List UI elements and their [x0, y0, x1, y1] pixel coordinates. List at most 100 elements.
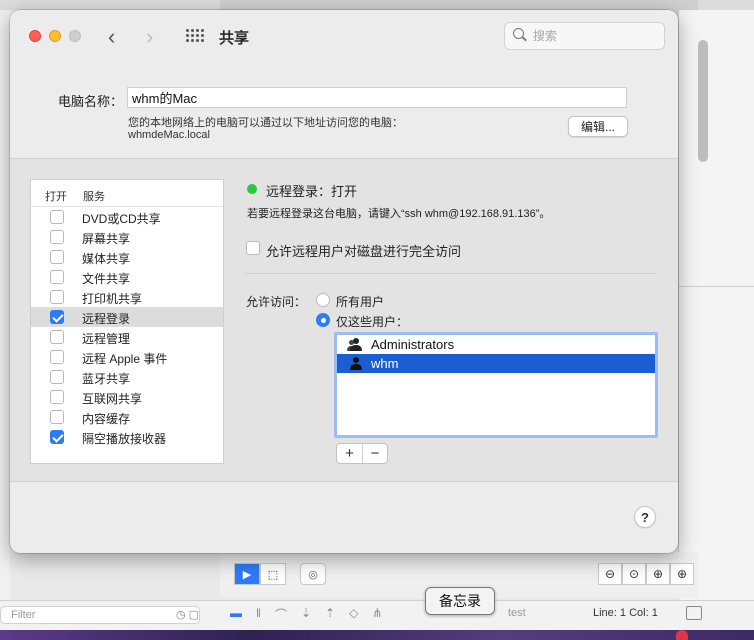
- service-checkbox[interactable]: [50, 370, 64, 384]
- background-zoom-group: ⊖ ⊙ ⊕ ⊕: [598, 563, 694, 585]
- sharing-panel: 打开 服务 DVD或CD共享 屏幕共享 媒体共享 文件共享 打印机共享 远程登录 远程管理远…: [10, 158, 678, 482]
- memory-graph-icon[interactable]: ⋔: [372, 606, 382, 623]
- service-list-header: 打开 服务: [31, 180, 223, 207]
- step-over-icon[interactable]: ⌒: [275, 606, 287, 623]
- zoom-button[interactable]: [69, 30, 81, 42]
- line-col-indicator: Line: 1 Col: 1: [593, 607, 658, 619]
- service-checkbox[interactable]: [50, 210, 64, 224]
- service-row[interactable]: 蓝牙共享: [31, 367, 223, 387]
- radio-only-these-users[interactable]: [316, 313, 330, 327]
- user-icon: [349, 357, 363, 371]
- add-user-button[interactable]: +: [337, 444, 362, 463]
- background-left-sidebar: [0, 10, 10, 610]
- breakpoint-icon[interactable]: ▬: [230, 606, 242, 623]
- filter-input[interactable]: Filter: [0, 606, 200, 624]
- disk-access-checkbox[interactable]: [246, 241, 260, 255]
- forward-chevron-icon[interactable]: ›: [146, 24, 153, 50]
- window-title: 共享: [219, 30, 250, 47]
- titlebar: ‹ › 共享: [10, 10, 678, 62]
- back-chevron-icon[interactable]: ‹: [108, 24, 115, 50]
- service-row[interactable]: 远程管理: [31, 327, 223, 347]
- view-hierarchy-icon[interactable]: ◇: [349, 606, 358, 623]
- radio-only-these-users-label[interactable]: 仅这些用户：: [336, 313, 408, 330]
- service-row[interactable]: DVD或CD共享: [31, 207, 223, 227]
- disk-access-label[interactable]: 允许远程用户对磁盘进行完全访问: [266, 241, 461, 260]
- service-checkbox[interactable]: [50, 430, 64, 444]
- filter-options-icon[interactable]: ◷ ▢: [176, 608, 199, 621]
- login-hint: 若要远程登录这台电脑，请键入“ssh whm@192.168.91.136”。: [247, 208, 551, 220]
- service-label: 文件共享: [82, 272, 131, 286]
- service-checkbox[interactable]: [50, 330, 64, 344]
- search-input[interactable]: [533, 28, 653, 44]
- search-icon: [513, 28, 524, 39]
- allowed-users-list[interactable]: Administrators whm: [334, 332, 658, 438]
- radio-all-users[interactable]: [316, 293, 330, 307]
- dock-tooltip: 备忘录: [425, 587, 495, 615]
- service-checkbox[interactable]: [50, 270, 64, 284]
- dock-strip: [0, 630, 754, 640]
- step-out-icon[interactable]: ⇡: [325, 606, 335, 623]
- allow-access-label: 允许访问：: [246, 295, 307, 309]
- user-row[interactable]: Administrators: [337, 335, 655, 354]
- service-checkbox[interactable]: [50, 230, 64, 244]
- service-row[interactable]: 远程登录: [31, 307, 223, 327]
- play-icon[interactable]: ▶: [234, 563, 260, 585]
- service-label: 远程登录: [82, 312, 131, 326]
- service-label: 远程 Apple 事件: [82, 352, 168, 366]
- service-label: 蓝牙共享: [82, 372, 131, 386]
- user-name: whm: [371, 356, 399, 371]
- service-row[interactable]: 文件共享: [31, 267, 223, 287]
- zoom-plus-icon[interactable]: ⊕: [670, 563, 694, 585]
- background-scrollbar[interactable]: [698, 40, 708, 162]
- service-label: 屏幕共享: [82, 232, 131, 246]
- service-row[interactable]: 远程 Apple 事件: [31, 347, 223, 367]
- local-hostname: whmdeMac.local: [128, 129, 210, 141]
- header-service: 服务: [83, 191, 105, 203]
- service-status: 远程登录：打开: [266, 184, 358, 199]
- service-row[interactable]: 打印机共享: [31, 287, 223, 307]
- edit-button[interactable]: 编辑...: [568, 116, 628, 137]
- search-field[interactable]: [504, 22, 665, 50]
- service-label: 隔空播放接收器: [82, 432, 167, 446]
- service-label: 远程管理: [82, 332, 131, 346]
- service-label: 内容缓存: [82, 412, 131, 426]
- service-label: 媒体共享: [82, 252, 131, 266]
- service-checkbox[interactable]: [50, 350, 64, 364]
- show-all-grid-icon[interactable]: [186, 29, 204, 43]
- service-row[interactable]: 媒体共享: [31, 247, 223, 267]
- service-rows: DVD或CD共享 屏幕共享媒体共享文件共享打印机共享远程登录远程管理远程 Appl…: [31, 207, 223, 447]
- remove-user-button[interactable]: −: [362, 444, 387, 463]
- step-in-icon[interactable]: ⇣: [301, 606, 311, 623]
- header-on: 打开: [45, 191, 67, 203]
- sharing-window: ‹ › 共享 电脑名称： 您的本地网络上的电脑可以通过以下地址访问您的电脑： w…: [10, 10, 678, 553]
- help-button[interactable]: ?: [634, 506, 656, 528]
- minimize-button[interactable]: [49, 30, 61, 42]
- service-checkbox[interactable]: [50, 290, 64, 304]
- user-name: Administrators: [371, 337, 455, 352]
- service-row[interactable]: 屏幕共享: [31, 227, 223, 247]
- service-checkbox[interactable]: [50, 410, 64, 424]
- service-row[interactable]: 内容缓存: [31, 407, 223, 427]
- device-icon[interactable]: ◎: [300, 563, 326, 585]
- user-row[interactable]: whm: [337, 354, 655, 373]
- dock-badge: [676, 630, 688, 640]
- service-row[interactable]: 互联网共享: [31, 387, 223, 407]
- service-row[interactable]: 隔空播放接收器: [31, 427, 223, 447]
- background-preview-mode-group: ▶ ⬚: [234, 563, 286, 585]
- service-checkbox[interactable]: [50, 390, 64, 404]
- select-icon[interactable]: ⬚: [260, 563, 286, 585]
- service-checkbox[interactable]: [50, 310, 64, 324]
- service-label: DVD或CD共享: [82, 212, 161, 226]
- service-label: 打印机共享: [82, 292, 143, 306]
- computer-name-field[interactable]: [127, 87, 627, 108]
- service-checkbox[interactable]: [50, 250, 64, 264]
- zoom-in-icon[interactable]: ⊕: [646, 563, 670, 585]
- service-label: 互联网共享: [82, 392, 143, 406]
- pause-icon[interactable]: ‖: [256, 606, 261, 623]
- radio-all-users-label[interactable]: 所有用户: [336, 293, 384, 310]
- close-button[interactable]: [29, 30, 41, 42]
- panel-toggle-icon[interactable]: [686, 606, 702, 620]
- scheme-label[interactable]: test: [508, 607, 526, 619]
- zoom-fit-icon[interactable]: ⊖: [598, 563, 622, 585]
- zoom-actual-icon[interactable]: ⊙: [622, 563, 646, 585]
